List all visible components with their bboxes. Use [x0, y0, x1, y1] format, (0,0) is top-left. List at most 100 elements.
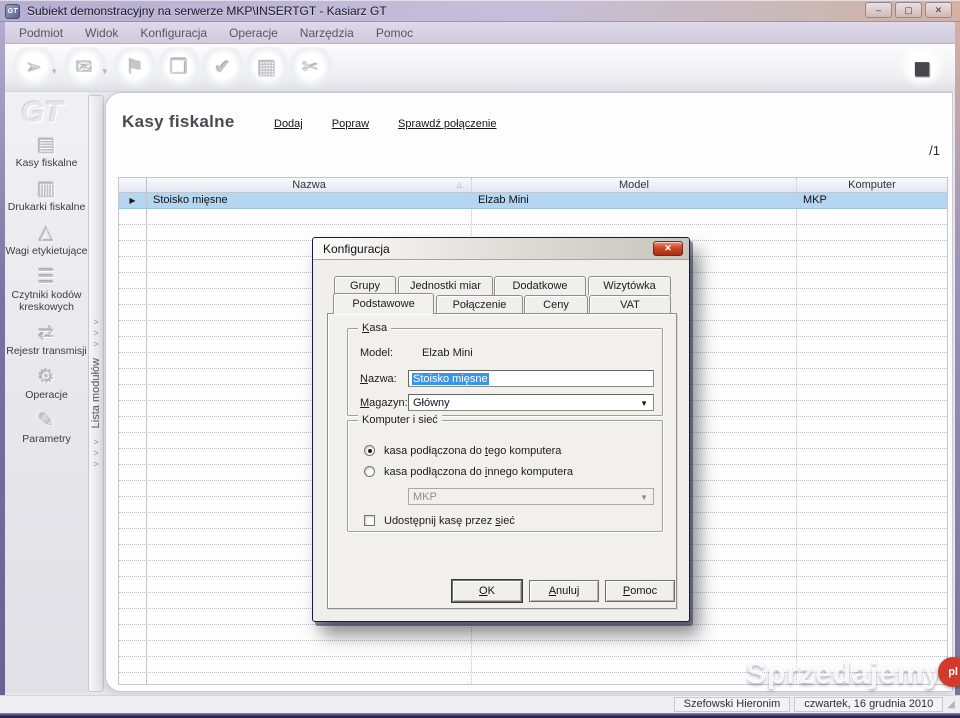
cancel-button[interactable]: Anuluj	[529, 580, 599, 602]
tab-vat[interactable]: VAT	[589, 295, 671, 314]
table-empty-row[interactable]	[119, 625, 947, 641]
column-header-komputer[interactable]: Komputer	[797, 178, 947, 192]
watermark-text: Sprzedajemy	[746, 657, 942, 691]
current-row-marker-icon: ▶	[129, 196, 135, 205]
module-list-collapse-bar[interactable]: > > > Lista modułów > > >	[88, 95, 104, 692]
toolbar: ➢ ▾ ✉ ▾ ⚑ ❒ ✔ ▦ ✂ ◼	[0, 44, 960, 92]
name-input[interactable]: Stoisko mięsne	[408, 370, 654, 387]
chevron-right-icon: >	[93, 339, 98, 350]
sidebar-item-label: Kasy fiskalne	[5, 157, 89, 169]
sidebar-item-czytniki-kodow[interactable]: ☰ Czytniki kodów kreskowych	[5, 266, 89, 313]
window-titlebar[interactable]: GT Subiekt demonstracyjny na serwerze MK…	[0, 0, 960, 22]
status-bar: Szefowski Hieronim czwartek, 16 grudnia …	[0, 695, 960, 713]
confirm-tool-button[interactable]: ✔	[201, 47, 245, 89]
share-checkbox[interactable]	[364, 515, 375, 526]
warehouse-value: Główny	[413, 397, 450, 409]
sidebar-item-drukarki-fiskalne[interactable]: ▥ Drukarki fiskalne	[5, 178, 89, 213]
app-icon: GT	[5, 4, 20, 19]
help-button[interactable]: Pomoc	[605, 580, 675, 602]
select-tool-dropdown-icon[interactable]: ▾	[52, 66, 57, 77]
name-label: Nazwa:	[360, 373, 397, 385]
scissors-icon: ✂	[303, 55, 320, 80]
column-header-nazwa[interactable]: Nazwa △	[147, 178, 472, 192]
window-bottom-border	[0, 713, 960, 718]
page-title: Kasy fiskalne	[122, 112, 235, 132]
print-tool-button[interactable]: ▦	[245, 47, 289, 89]
module-bar-label: Lista modułów	[90, 358, 102, 428]
checkmark-icon: ✔	[215, 55, 232, 80]
check-connection-link[interactable]: Sprawdź połączenie	[398, 118, 496, 130]
kasa-groupbox: Kasa Model: Elzab Mini Nazwa: Stoisko mi…	[347, 328, 663, 416]
menu-pomoc[interactable]: Pomoc	[365, 23, 424, 43]
table-row-selected[interactable]: ▶ Stoisko mięsne Elzab Mini MKP	[119, 193, 947, 209]
new-document-button[interactable]: ❒	[157, 47, 201, 89]
radio-this-computer[interactable]	[364, 445, 375, 456]
tab-ceny[interactable]: Ceny	[524, 295, 588, 314]
sidebar-item-rejestr-transmisji[interactable]: ⇄ Rejestr transmisji	[5, 322, 89, 357]
maximize-button[interactable]: ▢	[895, 2, 922, 18]
menu-operacje[interactable]: Operacje	[218, 23, 289, 43]
menu-widok[interactable]: Widok	[74, 23, 129, 43]
menu-narzedzia[interactable]: Narzędzia	[289, 23, 365, 43]
select-tool-button[interactable]: ➢	[12, 47, 56, 89]
open-tool-button[interactable]: ✉	[63, 47, 107, 89]
dialog-close-button[interactable]: ✕	[653, 241, 683, 256]
gt-watermark: GT	[21, 96, 63, 130]
table-empty-row[interactable]	[119, 209, 947, 225]
close-button[interactable]: ✕	[925, 2, 952, 18]
warehouse-label: Magazyn:	[360, 397, 408, 409]
tab-dodatkowe[interactable]: Dodatkowe	[494, 276, 586, 295]
network-groupbox: Komputer i sieć kasa podłączona do tego …	[347, 420, 663, 532]
cut-tool-button[interactable]: ✂	[289, 47, 333, 89]
window-title: Subiekt demonstracyjny na serwerze MKP\I…	[27, 4, 387, 18]
table-header-row: Nazwa △ Model Komputer	[119, 178, 947, 193]
share-checkbox-label[interactable]: Udostępnij kasę przez sieć	[384, 515, 515, 527]
edit-link[interactable]: Popraw	[332, 118, 369, 130]
ok-button[interactable]: OK	[452, 580, 522, 602]
kasa-group-legend: Kasa	[358, 322, 391, 334]
dialog-titlebar[interactable]: Konfiguracja	[313, 238, 689, 260]
barcode-reader-icon: ☰	[38, 266, 55, 289]
chevron-right-icon: >	[93, 448, 98, 459]
module-sidebar: GT ▤ Kasy fiskalne ▥ Drukarki fiskalne △…	[5, 92, 88, 693]
cube-icon: ◼	[913, 55, 931, 81]
tab-wizytowka[interactable]: Wizytówka	[588, 276, 671, 295]
insert-cube-button[interactable]: ◼	[900, 47, 944, 89]
sidebar-item-parametry[interactable]: ✎ Parametry	[5, 410, 89, 445]
tab-podstawowe[interactable]: Podstawowe	[333, 293, 434, 314]
column-header-model[interactable]: Model	[472, 178, 797, 192]
dropdown-arrow-icon: ▼	[640, 399, 648, 408]
resize-grip[interactable]: ◢	[947, 697, 955, 712]
warehouse-dropdown[interactable]: Główny ▼	[408, 394, 654, 411]
add-link[interactable]: Dodaj	[274, 118, 303, 130]
radio-other-computer-label[interactable]: kasa podłączona do innego komputera	[384, 466, 573, 478]
menu-bar: Podmiot Widok Konfiguracja Operacje Narz…	[0, 22, 960, 44]
model-value: Elzab Mini	[422, 347, 473, 359]
minimize-button[interactable]: –	[865, 2, 892, 18]
labeling-scale-icon: △	[39, 222, 54, 245]
flag-icon: ⚑	[126, 55, 144, 80]
menu-konfiguracja[interactable]: Konfiguracja	[129, 23, 218, 43]
flag-tool-button[interactable]: ⚑	[113, 47, 157, 89]
tab-polaczenie[interactable]: Połączenie	[436, 295, 523, 314]
dropdown-arrow-icon: ▼	[640, 493, 648, 502]
dialog-title: Konfiguracja	[323, 242, 390, 256]
parameters-icon: ✎	[39, 410, 55, 433]
fiscal-printer-icon: ▥	[38, 178, 56, 201]
status-user: Szefowski Hieronim	[674, 697, 791, 712]
radio-other-computer[interactable]	[364, 466, 375, 477]
column-header-label: Model	[619, 179, 649, 191]
cell-komputer: MKP	[797, 193, 947, 208]
open-tool-dropdown-icon[interactable]: ▾	[103, 66, 108, 77]
selector-column-header[interactable]	[119, 178, 147, 192]
sidebar-item-wagi-etykietujace[interactable]: △ Wagi etykietujące	[5, 222, 89, 257]
table-empty-row[interactable]	[119, 641, 947, 657]
selected-input-text: Stoisko mięsne	[412, 373, 489, 385]
cash-register-icon: ▤	[38, 134, 56, 157]
column-header-label: Komputer	[848, 179, 896, 191]
sidebar-item-operacje[interactable]: ⚙ Operacje	[5, 366, 89, 401]
sidebar-item-kasy-fiskalne[interactable]: ▤ Kasy fiskalne	[5, 134, 89, 169]
site-watermark: Sprzedajemy pl	[746, 657, 960, 691]
menu-podmiot[interactable]: Podmiot	[8, 23, 74, 43]
radio-this-computer-label[interactable]: kasa podłączona do tego komputera	[384, 445, 561, 457]
